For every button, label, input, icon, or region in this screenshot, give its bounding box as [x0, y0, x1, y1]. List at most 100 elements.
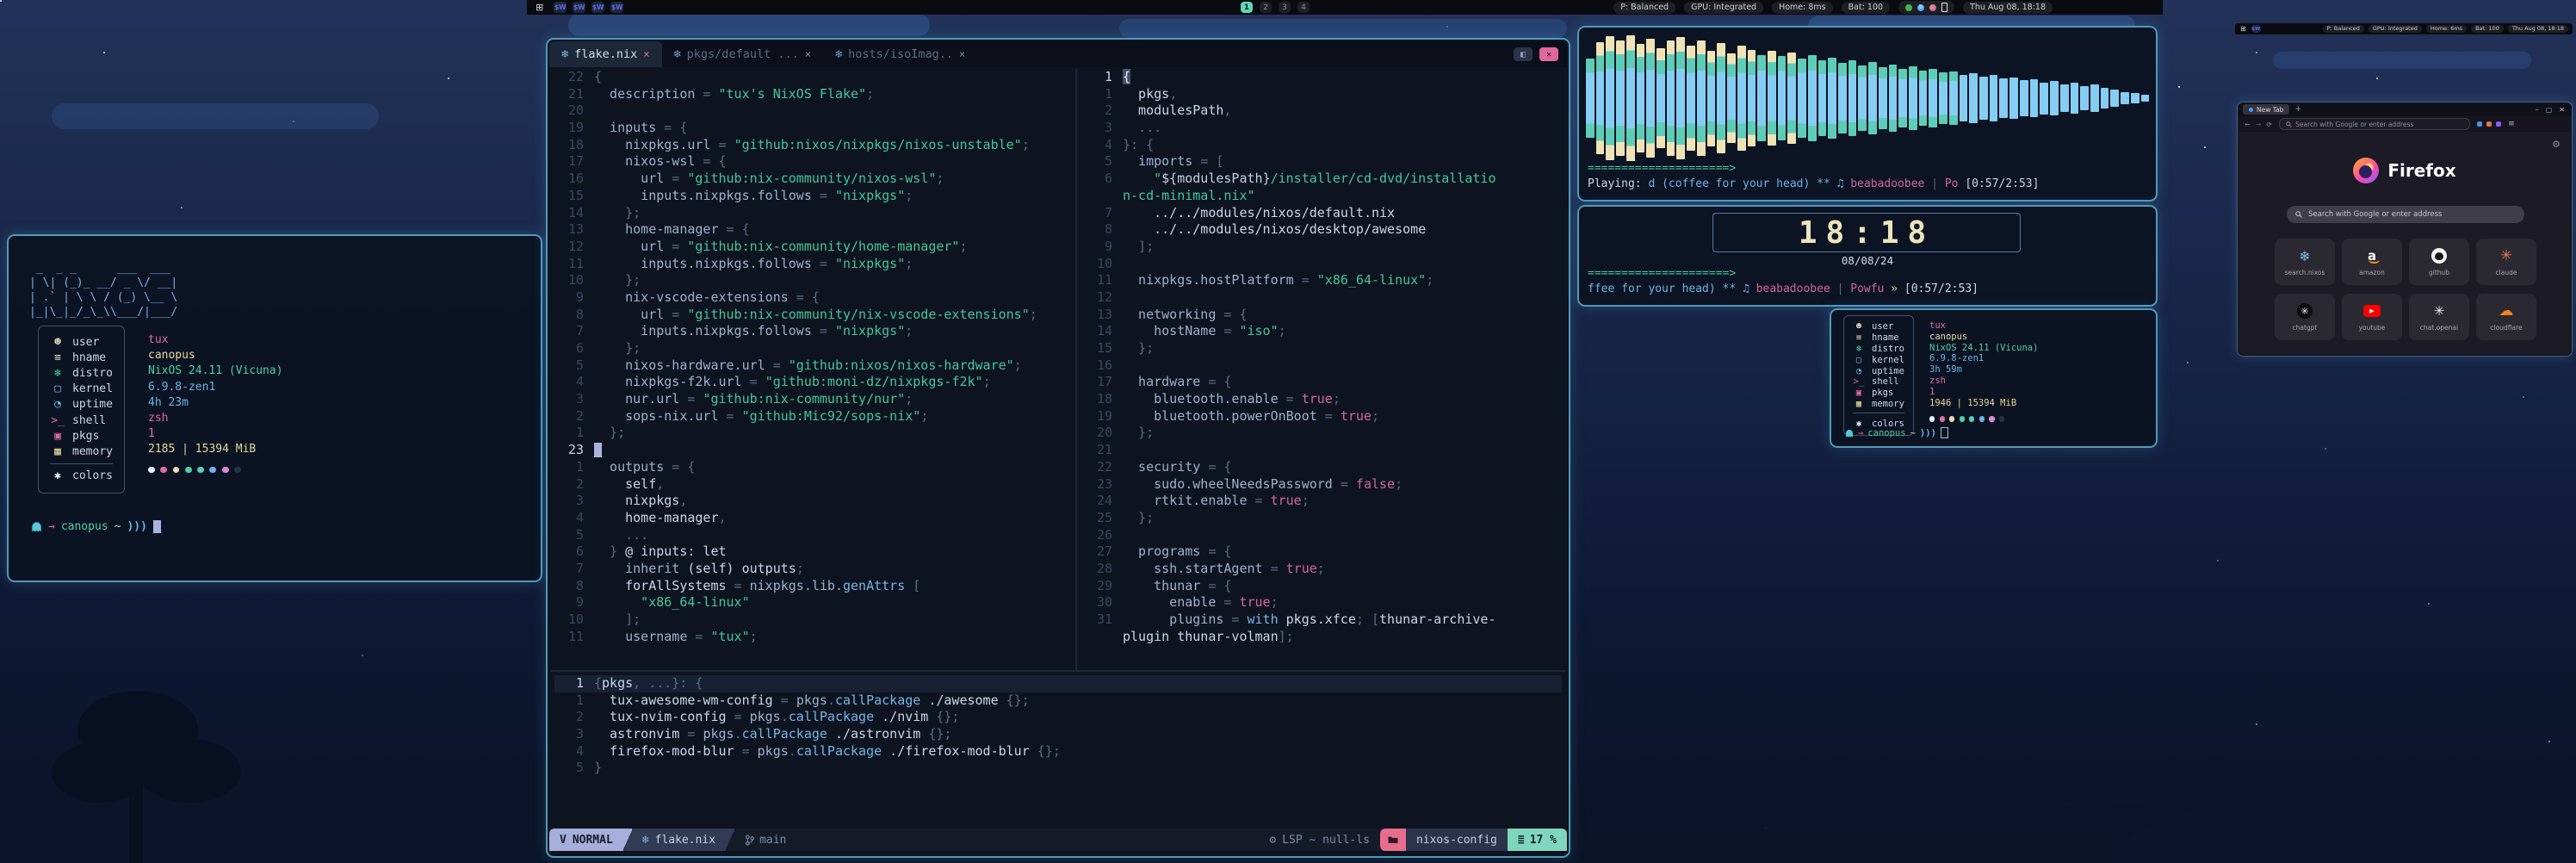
status-module[interactable]: P: Balanced	[2323, 25, 2364, 33]
top-site-youtube[interactable]: ▶youtube	[2342, 294, 2402, 340]
workspace-3[interactable]: 3	[1279, 2, 1291, 13]
top-site-label: chatgpt	[2293, 324, 2318, 332]
lsp-status: LSP ~ null-ls	[1282, 834, 1370, 847]
top-site-chatgpt[interactable]: ✳chatgpt	[2275, 294, 2335, 340]
pinned-app[interactable]: $W	[2251, 25, 2261, 33]
status-module[interactable]: Bat: 100	[1842, 2, 1890, 14]
code-line: 29 thunar = {	[1083, 578, 1564, 595]
code-line: 4}: {	[1083, 137, 1564, 154]
code-line: 3 ...	[1083, 120, 1564, 137]
back-button[interactable]: ←	[2245, 121, 2251, 128]
editor-pane-left[interactable]: 22{21 description = "tux's NixOS Flake";…	[554, 69, 1071, 672]
code-line: 11 username = "tux";	[554, 629, 1071, 646]
newtab-search-input[interactable]: Search with Google or enter address	[2287, 206, 2524, 223]
editor-tab-flake.nix[interactable]: ❄flake.nix×	[549, 41, 662, 67]
shell-prompt[interactable]: → canopus ~ )))	[1845, 427, 1948, 438]
workspace-4[interactable]: 4	[1297, 2, 1310, 13]
top-site-search.nixos[interactable]: ❄search.nixos	[2275, 239, 2335, 285]
code-line: 13 home-manager = {	[554, 221, 1071, 239]
shell-prompt[interactable]: → canopus ~ )))	[31, 520, 161, 533]
code-line: 4 home-manager,	[554, 510, 1071, 527]
editor-pane-right[interactable]: 1{1 pkgs,2 modulesPath,3 ...4}: {5 impor…	[1083, 69, 1564, 672]
pinned-app[interactable]: $W	[573, 2, 585, 13]
pinned-app[interactable]: $W	[591, 2, 604, 13]
editor-pane-bottom[interactable]: 1{pkgs, ...}: {1 tux-awesome-wm-config =…	[554, 675, 1562, 783]
clock-window[interactable]: 18:18 08/08/24 =====================> ff…	[1577, 205, 2158, 307]
neovim-window[interactable]: ❄flake.nix×❄pkgs/default ...×❄hosts/isoI…	[546, 38, 1570, 858]
workspace-1[interactable]: 1	[1241, 2, 1253, 13]
status-module[interactable]: Bat: 100	[2471, 25, 2504, 33]
firefox-window[interactable]: New Tab + – ▢ ✕ ← → ⟳ Search with Google…	[2237, 102, 2573, 357]
new-tab-button[interactable]: +	[2294, 105, 2301, 114]
code-line: 2 tux-nvim-config = pkgs.callPackage ./n…	[554, 709, 1562, 726]
code-line: 21	[1083, 442, 1564, 459]
phone-icon[interactable]	[1941, 3, 1947, 12]
fetch-row-shell: >_shell	[1853, 376, 1904, 388]
status-module[interactable]: Home: 6ms	[2426, 25, 2467, 33]
nixos-ascii-logo: _ _ _ ___ ___ | \| (_)_ __/ _ \/ __| | .…	[29, 261, 177, 320]
bluetooth-icon[interactable]: b	[1917, 4, 1924, 11]
code-line: 1 tux-awesome-wm-config = pkgs.callPacka…	[554, 692, 1562, 710]
app-menu-icon[interactable]: ⊞	[536, 2, 543, 13]
status-module[interactable]: GPU: Integrated	[1684, 2, 1763, 14]
extension-icon[interactable]	[2477, 121, 2482, 127]
fetch-row-kernel: ▢kernel	[1853, 354, 1904, 365]
extension-icon[interactable]	[2486, 121, 2492, 127]
app-menu-icon[interactable]: ⊞	[2240, 25, 2246, 33]
firefox-tray-icon[interactable]	[1929, 4, 1936, 11]
maximize-button[interactable]: ▢	[2546, 106, 2553, 114]
close-button[interactable]: ✕	[2559, 106, 2565, 114]
status-module[interactable]: GPU: Integrated	[2369, 25, 2422, 33]
prompt-path: ~	[1910, 428, 1916, 438]
status-module[interactable]: Home: 8ms	[1772, 2, 1833, 14]
hamburger-menu-icon[interactable]: ≡	[2508, 120, 2515, 128]
top-site-cloudflare[interactable]: ☁cloudflare	[2476, 294, 2536, 340]
window-separator[interactable]	[1075, 69, 1077, 670]
code-line: 3 nixpkgs,	[554, 493, 1071, 510]
forward-button[interactable]: →	[2256, 121, 2262, 128]
network-icon[interactable]	[1905, 4, 1912, 11]
browser-tab[interactable]: New Tab	[2243, 104, 2289, 115]
lsp-gear-icon: ⚙	[1269, 834, 1276, 847]
clock-widget-2[interactable]: Thu Aug 08, 18:18	[2508, 25, 2568, 33]
pinned-app[interactable]: $W	[610, 2, 623, 13]
personalize-gear-icon[interactable]: ⚙	[2552, 139, 2561, 150]
minimize-button[interactable]: –	[2536, 106, 2539, 114]
terminal-fastfetch-window[interactable]: _ _ _ ___ ___ | \| (_)_ __/ _ \/ __| | .…	[7, 234, 542, 582]
code-line: 12	[1083, 289, 1564, 307]
cloudflare-icon: ☁	[2499, 302, 2514, 320]
editor-tab-hosts/isoImag..[interactable]: ❄hosts/isoImag..×	[823, 41, 977, 67]
top-site-amazon[interactable]: aamazon	[2342, 239, 2402, 285]
fetch-value-kernel: 6.9.8-zen1	[1929, 353, 2038, 364]
mode-indicator: NORMAL	[573, 834, 613, 847]
clock-widget[interactable]: Thu Aug 08, 18:18	[1963, 2, 2053, 14]
window-separator[interactable]	[551, 670, 1565, 672]
top-site-label: amazon	[2359, 269, 2385, 276]
buffer-picker-button[interactable]: ◧	[1514, 47, 1533, 61]
status-module[interactable]: P: Balanced	[1613, 2, 1675, 14]
terminal-fastfetch-window-2[interactable]: ☻user≡hname❄distro▢kernel◔uptime>_shell▣…	[1830, 308, 2158, 448]
top-site-claude[interactable]: ✳claude	[2476, 239, 2536, 285]
music-visualizer-window[interactable]: =====================> Playing: d (coffe…	[1577, 26, 2158, 202]
url-bar[interactable]: Search with Google or enter address	[2279, 118, 2470, 130]
extension-icon[interactable]	[2496, 121, 2501, 127]
reload-button[interactable]: ⟳	[2266, 121, 2272, 128]
firefox-tab-bar: New Tab + – ▢ ✕	[2238, 102, 2572, 116]
pinned-app[interactable]: $W	[554, 2, 567, 13]
fetch-value-memory: 1946 | 15394 MiB	[1929, 398, 2038, 409]
code-line: 13 networking = {	[1083, 307, 1564, 324]
fetch-value-distro: NixOS 24.11 (Vicuna)	[1929, 343, 2038, 354]
code-line: 11 nixpkgs.hostPlatform = "x86_64-linux"…	[1083, 272, 1564, 289]
top-site-github[interactable]: github	[2409, 239, 2469, 285]
editor-tab-pkgs/default ...[interactable]: ❄pkgs/default ...×	[662, 41, 823, 67]
workspace-2[interactable]: 2	[1260, 2, 1272, 13]
top-site-chat.openai[interactable]: ✳chat.openai	[2409, 294, 2469, 340]
tab-favicon	[2249, 108, 2253, 112]
tty-clock-frame: 18:18	[1712, 213, 2021, 252]
cloud	[568, 14, 930, 36]
buffer-close-button[interactable]: ✕	[1539, 47, 1558, 61]
system-tray[interactable]: b	[1898, 1, 1954, 14]
code-line: 18 nixpkgs.url = "github:nixos/nixpkgs/n…	[554, 137, 1071, 154]
fetch-value-shell: zsh	[1929, 376, 2038, 387]
code-line: 7 ../../modules/nixos/default.nix	[1083, 205, 1564, 222]
